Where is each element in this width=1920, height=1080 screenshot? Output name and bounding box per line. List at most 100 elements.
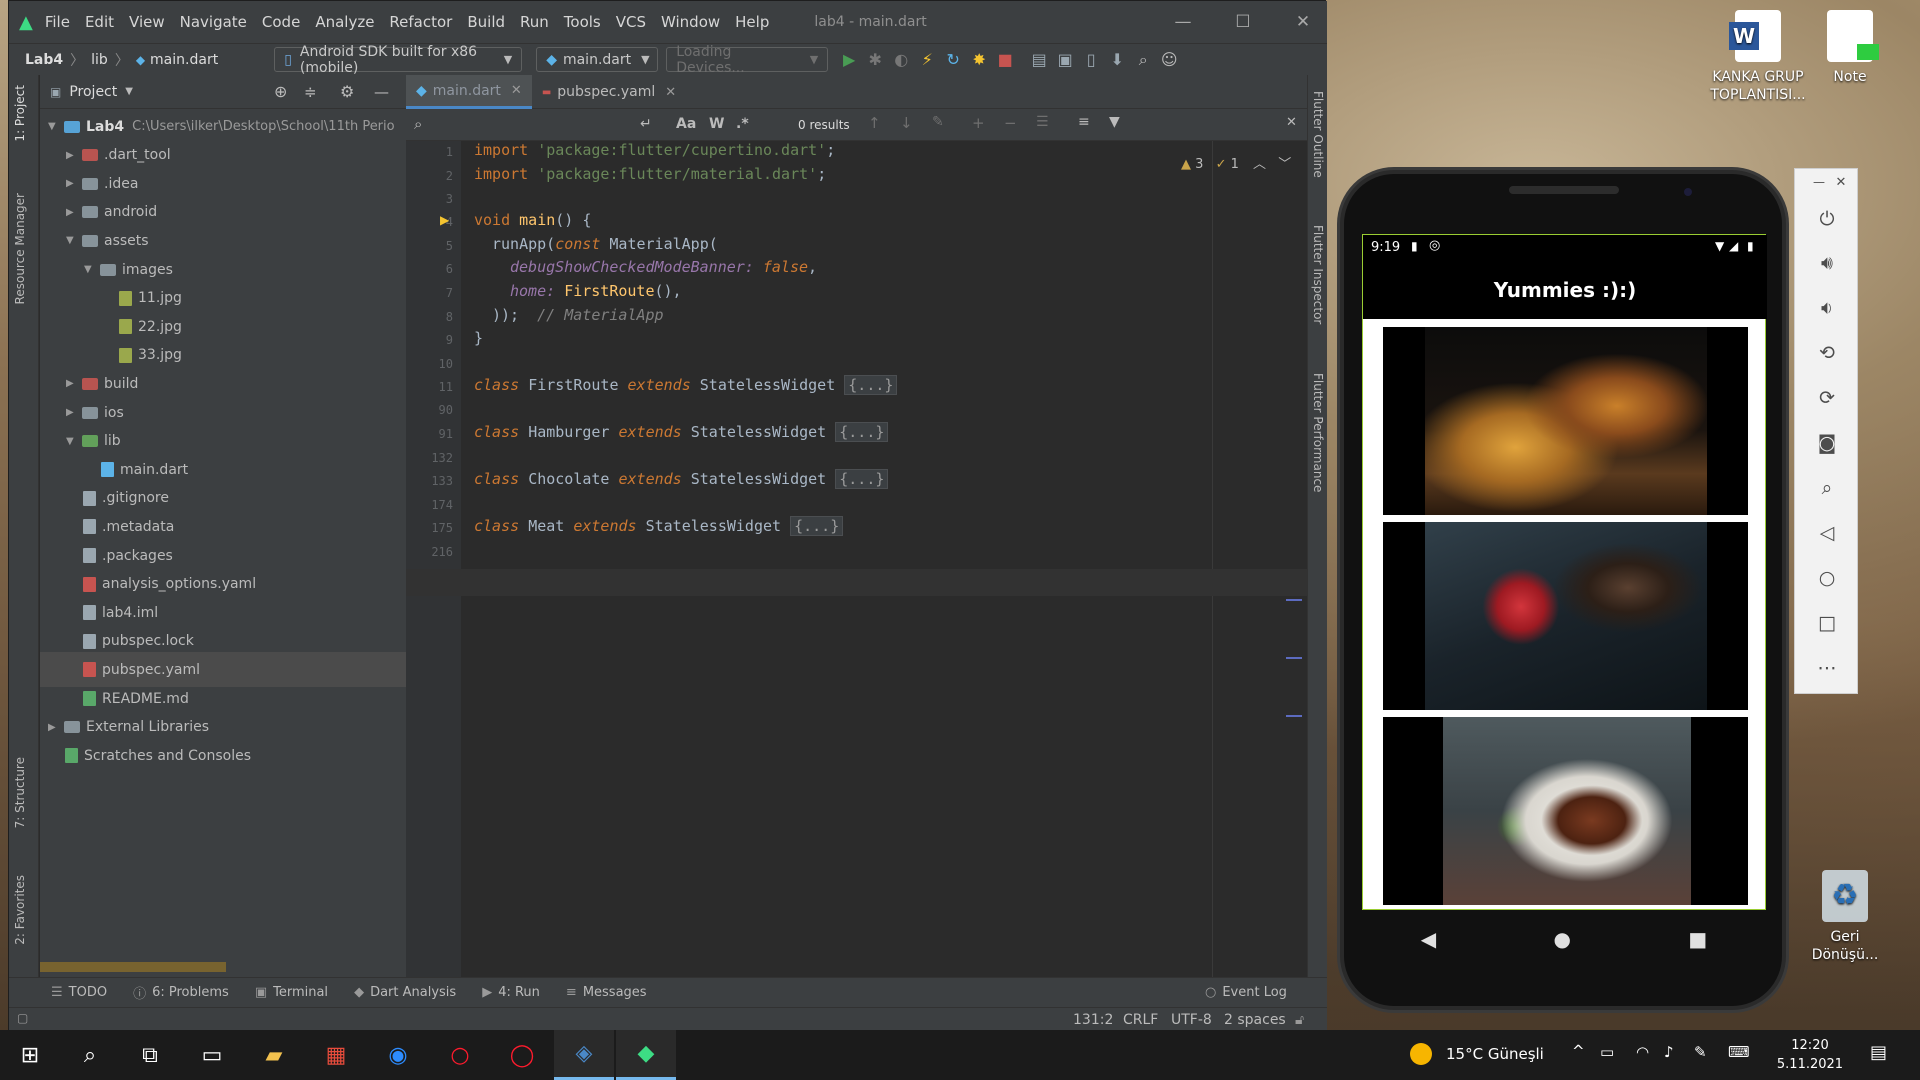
previous-occurrence-icon[interactable]: ↑	[868, 114, 881, 132]
tool-tab-project[interactable]: 1: Project	[13, 85, 27, 142]
volume-up-icon[interactable]: 🔊︎	[1795, 241, 1859, 285]
menu-refactor[interactable]: Refactor	[389, 13, 452, 31]
chevron-up-icon[interactable]: ︿	[1253, 157, 1266, 172]
power-icon[interactable]: ⏻	[1795, 197, 1859, 241]
chevron-right-icon[interactable]: ▶	[66, 207, 80, 218]
profile-icon[interactable]: ◐	[888, 47, 914, 73]
close-tab-icon[interactable]: ✕	[665, 85, 676, 100]
search-icon[interactable]: ⌕	[60, 1030, 120, 1080]
menu-window[interactable]: Window	[661, 13, 720, 31]
volume-icon[interactable]: ♪	[1664, 1043, 1674, 1061]
chevron-down-icon[interactable]: ▼	[66, 235, 80, 246]
tool-tab-flutter-performance[interactable]: Flutter Performance	[1311, 373, 1325, 492]
chevron-down-icon[interactable]: ▼	[48, 121, 62, 132]
chevron-up-icon[interactable]: ^	[1572, 1042, 1585, 1060]
chevron-right-icon[interactable]: ▶	[66, 150, 80, 161]
indent-setting[interactable]: 2 spaces	[1224, 1012, 1286, 1028]
filter-options-icon[interactable]: ≡	[1078, 114, 1090, 130]
chevron-right-icon[interactable]: ▶	[66, 378, 80, 389]
tool-window-dart-analysis[interactable]: ◆ Dart Analysis	[354, 985, 456, 1000]
locate-icon[interactable]: ⊕	[274, 82, 287, 101]
chevron-down-icon[interactable]: ▼	[66, 436, 80, 447]
opera-icon[interactable]: ○	[430, 1030, 490, 1080]
next-occurrence-icon[interactable]: ↓	[900, 114, 913, 132]
sdk-manager-icon[interactable]: ⬇	[1104, 47, 1130, 73]
project-structure-icon[interactable]: ▤	[1026, 47, 1052, 73]
chocolate-card[interactable]	[1383, 522, 1748, 710]
overview-icon[interactable]: □	[1795, 601, 1859, 645]
home-icon[interactable]: ○	[1795, 556, 1859, 600]
maximize-button[interactable]: ☐	[1219, 1, 1267, 43]
collapse-all-icon[interactable]: ≑	[304, 83, 317, 101]
rotate-right-icon[interactable]: ⟳	[1795, 376, 1859, 420]
line-separator[interactable]: CRLF	[1123, 1012, 1158, 1028]
tool-tab-flutter-inspector[interactable]: Flutter Inspector	[1311, 225, 1325, 324]
match-case-toggle[interactable]: Aa	[676, 116, 696, 132]
home-icon[interactable]: ●	[1554, 927, 1571, 951]
tool-tab-structure[interactable]: 7: Structure	[13, 757, 27, 828]
rotate-left-icon[interactable]: ⟲	[1795, 331, 1859, 375]
tree-item[interactable]: Scratches and Consoles	[40, 738, 406, 773]
chevron-right-icon[interactable]: ▶	[66, 407, 80, 418]
chevron-right-icon[interactable]: ▶	[66, 178, 80, 189]
desktop-icon-recycle-bin[interactable]: ♻ Geri Dönüşü...	[1795, 870, 1895, 964]
overview-icon[interactable]: ■	[1688, 927, 1707, 951]
words-toggle[interactable]: W	[709, 116, 724, 132]
menu-file[interactable]: File	[45, 13, 70, 31]
tab-main-dart[interactable]: ◆ main.dart ✕	[406, 75, 532, 109]
menu-vcs[interactable]: VCS	[616, 13, 646, 31]
meat-card[interactable]	[1383, 717, 1748, 905]
lock-icon[interactable]: 🔓︎	[1295, 1012, 1304, 1028]
camera-icon[interactable]: ◙	[1795, 421, 1859, 465]
run-gutter-icon[interactable]: ▶	[440, 213, 449, 227]
emulator-app-icon[interactable]: ◈	[554, 1030, 614, 1080]
back-icon[interactable]: ◀	[1421, 927, 1436, 951]
more-icon[interactable]: ⋯	[1795, 646, 1859, 690]
menu-build[interactable]: Build	[467, 13, 505, 31]
tool-tab-flutter-outline[interactable]: Flutter Outline	[1311, 91, 1325, 178]
menu-navigate[interactable]: Navigate	[180, 13, 247, 31]
desktop-icon-note[interactable]: Note	[1800, 10, 1900, 86]
file-explorer-icon[interactable]: ▰	[244, 1030, 304, 1080]
filter-icon[interactable]: ▼	[1109, 114, 1120, 130]
regex-toggle[interactable]: .*	[736, 116, 749, 132]
file-encoding[interactable]: UTF-8	[1171, 1012, 1212, 1028]
flutter-inspector-icon[interactable]: ▣	[1052, 47, 1078, 73]
search-icon[interactable]: ⌕	[1130, 47, 1156, 73]
close-find-icon[interactable]: ✕	[1286, 115, 1297, 130]
start-button[interactable]: ⊞	[0, 1030, 60, 1080]
breadcrumb-folder[interactable]: lib	[91, 52, 108, 68]
attach-debugger-icon[interactable]: ✸	[966, 47, 992, 73]
menu-tools[interactable]: Tools	[564, 13, 601, 31]
horizontal-scrollbar[interactable]	[40, 962, 226, 972]
notifications-icon[interactable]: ▤	[1870, 1042, 1887, 1063]
opera-gx-icon[interactable]: ◯	[492, 1030, 552, 1080]
minimize-button[interactable]: —	[1159, 1, 1207, 43]
event-log-button[interactable]: ○ Event Log	[1205, 985, 1287, 1000]
task-view-icon[interactable]: ⧉	[120, 1030, 180, 1080]
chevron-right-icon[interactable]: ▶	[48, 722, 62, 733]
breadcrumb-project[interactable]: Lab4	[25, 52, 63, 68]
tool-window-run[interactable]: ▶ 4: Run	[482, 985, 540, 1000]
hide-panel-icon[interactable]: —	[374, 83, 389, 101]
run-icon[interactable]: ▶	[836, 47, 862, 73]
close-button[interactable]: ✕	[1279, 1, 1327, 43]
back-icon[interactable]: ◁	[1795, 511, 1859, 555]
tool-tab-resource-manager[interactable]: Resource Manager	[13, 193, 27, 304]
avd-manager-icon[interactable]: ▯	[1078, 47, 1104, 73]
tool-window-terminal[interactable]: ▣ Terminal	[255, 985, 328, 1000]
tool-window-todo[interactable]: ☰ TODO	[51, 985, 107, 1000]
menu-code[interactable]: Code	[262, 13, 300, 31]
keyboard-icon[interactable]: ⌨	[1728, 1043, 1750, 1061]
panel-toggle-icon[interactable]: ▢	[17, 1011, 28, 1025]
weather-text[interactable]: 15°C Güneşli	[1446, 1045, 1544, 1063]
target-device-selector[interactable]: Loading Devices... ▼	[666, 44, 829, 76]
close-tab-icon[interactable]: ✕	[511, 83, 522, 98]
inspection-widget[interactable]: ▲ 3 ✓ 1 ︿ ﹀	[1181, 153, 1291, 172]
menu-view[interactable]: View	[129, 13, 165, 31]
android-studio-app-icon[interactable]: ◆	[616, 1030, 676, 1080]
newline-icon[interactable]: ↵	[640, 116, 652, 132]
clock[interactable]: 12:20 5.11.2021	[1770, 1036, 1850, 1074]
menu-analyze[interactable]: Analyze	[315, 13, 374, 31]
office-icon[interactable]: ▦	[306, 1030, 366, 1080]
